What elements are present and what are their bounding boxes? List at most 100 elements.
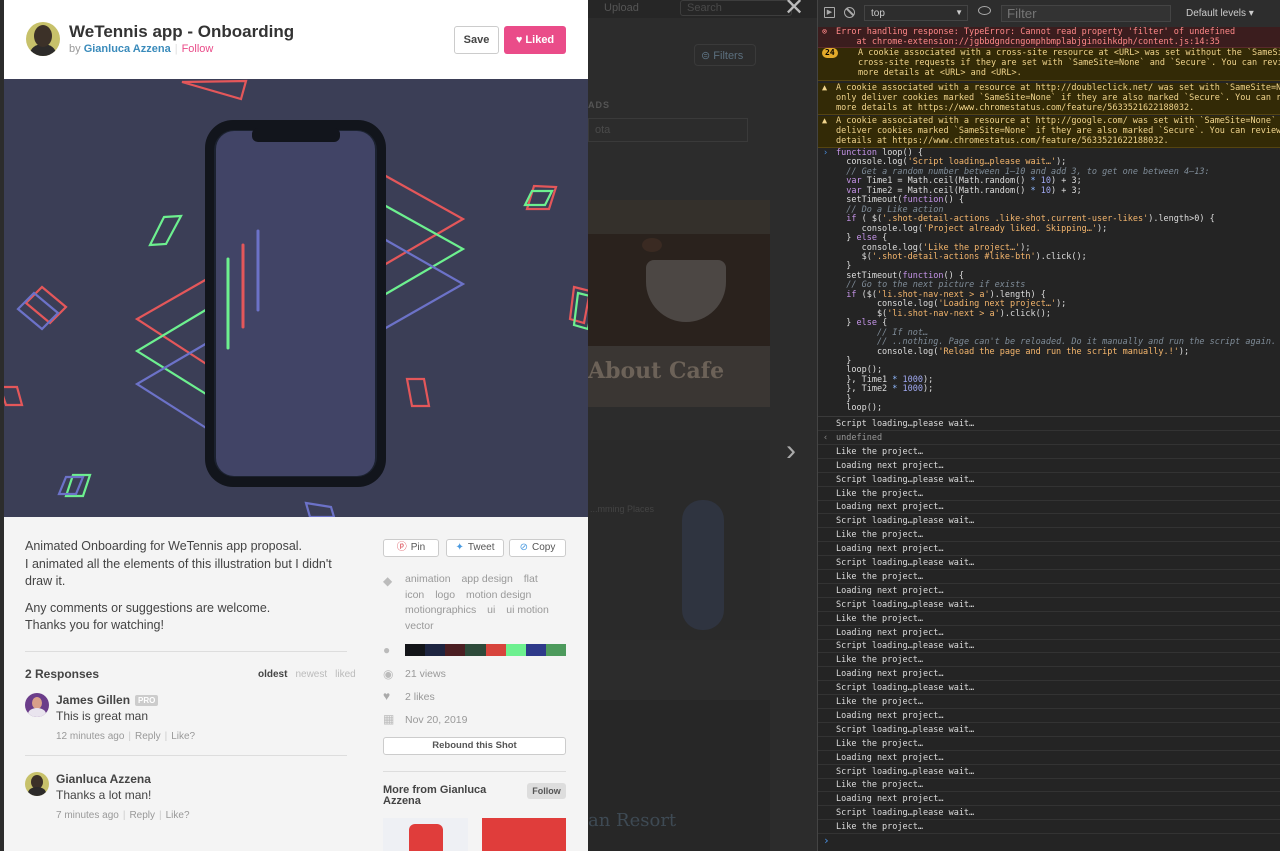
palette-swatch[interactable] bbox=[425, 644, 446, 656]
byline: by Gianluca Azzena | Follow bbox=[69, 43, 214, 55]
tag-link[interactable]: animation bbox=[405, 573, 451, 585]
console-log-line: Script loading…please wait… bbox=[818, 556, 1280, 570]
console-log-line: ‹ undefined bbox=[818, 431, 1280, 445]
palette-swatch[interactable] bbox=[505, 644, 526, 656]
comment-meta: 7 minutes ago | Reply | Like? bbox=[56, 810, 190, 821]
tag-link[interactable]: flat bbox=[524, 573, 538, 585]
devtools-console: ▶ top▼ Default levels ▾ ⊗ Error handling… bbox=[817, 0, 1280, 851]
tweet-button[interactable]: ✦ Tweet bbox=[446, 539, 504, 557]
tag-link[interactable]: motion design bbox=[466, 589, 531, 601]
palette-swatch[interactable] bbox=[445, 644, 466, 656]
warning-icon: ▲ bbox=[822, 83, 828, 93]
console-log-line: Like the project… bbox=[818, 737, 1280, 751]
console-error: ⊗ Error handling response: TypeError: Ca… bbox=[818, 27, 1280, 48]
author-avatar[interactable] bbox=[26, 22, 60, 56]
commenter-avatar[interactable] bbox=[25, 693, 49, 717]
comment-text: This is great man bbox=[56, 709, 149, 723]
sidebar-toggle-icon[interactable]: ▶ bbox=[824, 7, 835, 18]
shot-illustration bbox=[4, 79, 588, 517]
palette-swatch[interactable] bbox=[525, 644, 546, 656]
shot-date: Nov 20, 2019 bbox=[405, 714, 468, 726]
liked-button[interactable]: ♥ Liked bbox=[504, 26, 566, 54]
palette-icon: ● bbox=[383, 643, 391, 657]
console-log-line: Script loading…please wait… bbox=[818, 723, 1280, 737]
tag-link[interactable]: logo bbox=[435, 589, 455, 601]
reply-link[interactable]: Reply bbox=[135, 731, 161, 742]
commenter-name[interactable]: Gianluca Azzena bbox=[56, 772, 151, 786]
sort-newest[interactable]: newest bbox=[295, 669, 327, 680]
more-follow-button[interactable]: Follow bbox=[527, 783, 566, 799]
rebound-button[interactable]: Rebound this Shot bbox=[383, 737, 566, 755]
console-log-line: Script loading…please wait… bbox=[818, 765, 1280, 779]
console-log-line: Like the project… bbox=[818, 653, 1280, 668]
log-levels-dropdown[interactable]: Default levels ▾ bbox=[1186, 8, 1254, 19]
background-topbar: Upload Search bbox=[588, 0, 817, 18]
likes-count[interactable]: 2 likes bbox=[405, 691, 435, 703]
twitter-icon: ✦ bbox=[455, 542, 464, 553]
comment-time: 7 minutes ago bbox=[56, 810, 119, 821]
pro-badge: PRO bbox=[135, 695, 159, 706]
console-log-line: Loading next project… bbox=[818, 667, 1280, 682]
console-log-line: Script loading…please wait… bbox=[818, 514, 1280, 529]
tag-list: animation app design flat icon logo moti… bbox=[405, 572, 575, 634]
like-comment-link[interactable]: Like? bbox=[171, 731, 195, 742]
shot-description: Animated Onboarding for WeTennis app pro… bbox=[25, 538, 345, 644]
author-link[interactable]: Gianluca Azzena bbox=[84, 43, 171, 55]
link-icon: ⊘ bbox=[519, 542, 529, 553]
palette-swatch[interactable] bbox=[485, 644, 506, 656]
error-icon: ⊗ bbox=[822, 27, 828, 37]
copy-link-button[interactable]: ⊘ Copy bbox=[509, 539, 566, 557]
responses-sort: oldest newest liked bbox=[250, 669, 356, 680]
commenter-name[interactable]: James Gillen bbox=[56, 693, 130, 707]
comment-time: 12 minutes ago bbox=[56, 731, 125, 742]
tag-link[interactable]: ui motion bbox=[506, 604, 549, 616]
illustration-svg bbox=[4, 79, 588, 517]
description-paragraph: Any comments or suggestions are welcome.… bbox=[25, 600, 271, 633]
commenter-avatar[interactable] bbox=[25, 772, 49, 796]
palette-swatch[interactable] bbox=[405, 644, 426, 656]
save-button[interactable]: Save bbox=[454, 26, 499, 54]
reply-link[interactable]: Reply bbox=[129, 810, 155, 821]
heart-icon: ♥ bbox=[515, 34, 523, 46]
background-shot-resort: an Resort bbox=[588, 700, 770, 851]
pinterest-icon: ⓟ bbox=[396, 542, 407, 553]
tag-link[interactable]: ui bbox=[487, 604, 495, 616]
background-search: Search bbox=[680, 0, 792, 16]
views-count: 21 views bbox=[405, 668, 446, 680]
console-filter-input[interactable] bbox=[1001, 5, 1171, 22]
console-log-line: Like the project… bbox=[818, 487, 1280, 501]
console-warning: ▲ A cookie associated with a resource at… bbox=[818, 83, 1280, 115]
like-comment-link[interactable]: Like? bbox=[166, 810, 190, 821]
tag-link[interactable]: vector bbox=[405, 620, 434, 632]
background-shot-title: About Cafe bbox=[588, 358, 725, 384]
shot-modal: WeTennis app - Onboarding by Gianluca Az… bbox=[4, 0, 588, 851]
pin-button[interactable]: ⓟ Pin bbox=[383, 539, 439, 557]
console-warning: ▲ A cookie associated with a resource at… bbox=[818, 116, 1280, 148]
palette-swatch[interactable] bbox=[465, 644, 486, 656]
sort-oldest[interactable]: oldest bbox=[258, 669, 287, 680]
palette-swatch[interactable] bbox=[545, 644, 566, 656]
tag-link[interactable]: app design bbox=[461, 573, 512, 585]
console-log-line: Script loading…please wait… bbox=[818, 639, 1280, 654]
background-ads-label: ADS bbox=[588, 100, 611, 110]
more-shot-thumbnail[interactable] bbox=[482, 818, 566, 851]
tag-link[interactable]: motiongraphics bbox=[405, 604, 476, 616]
code-text: function loop() { console.log('Script lo… bbox=[836, 148, 1277, 414]
comment-text: Thanks a lot man! bbox=[56, 788, 152, 802]
eye-icon[interactable] bbox=[978, 6, 991, 15]
close-icon[interactable]: ✕ bbox=[784, 0, 804, 20]
tag-link[interactable]: icon bbox=[405, 589, 424, 601]
console-log-line: Loading next project… bbox=[818, 626, 1280, 640]
follow-link[interactable]: Follow bbox=[182, 43, 214, 55]
more-shot-thumbnail[interactable] bbox=[383, 818, 468, 851]
background-filters: ⊜ Filters bbox=[694, 44, 756, 66]
color-palette bbox=[405, 644, 566, 656]
heart-icon: ♥ bbox=[383, 689, 391, 703]
console-prompt[interactable]: › bbox=[823, 834, 830, 847]
shot-title: WeTennis app - Onboarding bbox=[69, 22, 295, 41]
sort-liked[interactable]: liked bbox=[335, 669, 356, 680]
clear-console-icon[interactable] bbox=[844, 7, 855, 18]
context-selector[interactable]: top ▼ bbox=[864, 5, 968, 21]
console-log-line: Like the project… bbox=[818, 695, 1280, 709]
next-shot-arrow-icon[interactable]: › bbox=[786, 436, 796, 466]
